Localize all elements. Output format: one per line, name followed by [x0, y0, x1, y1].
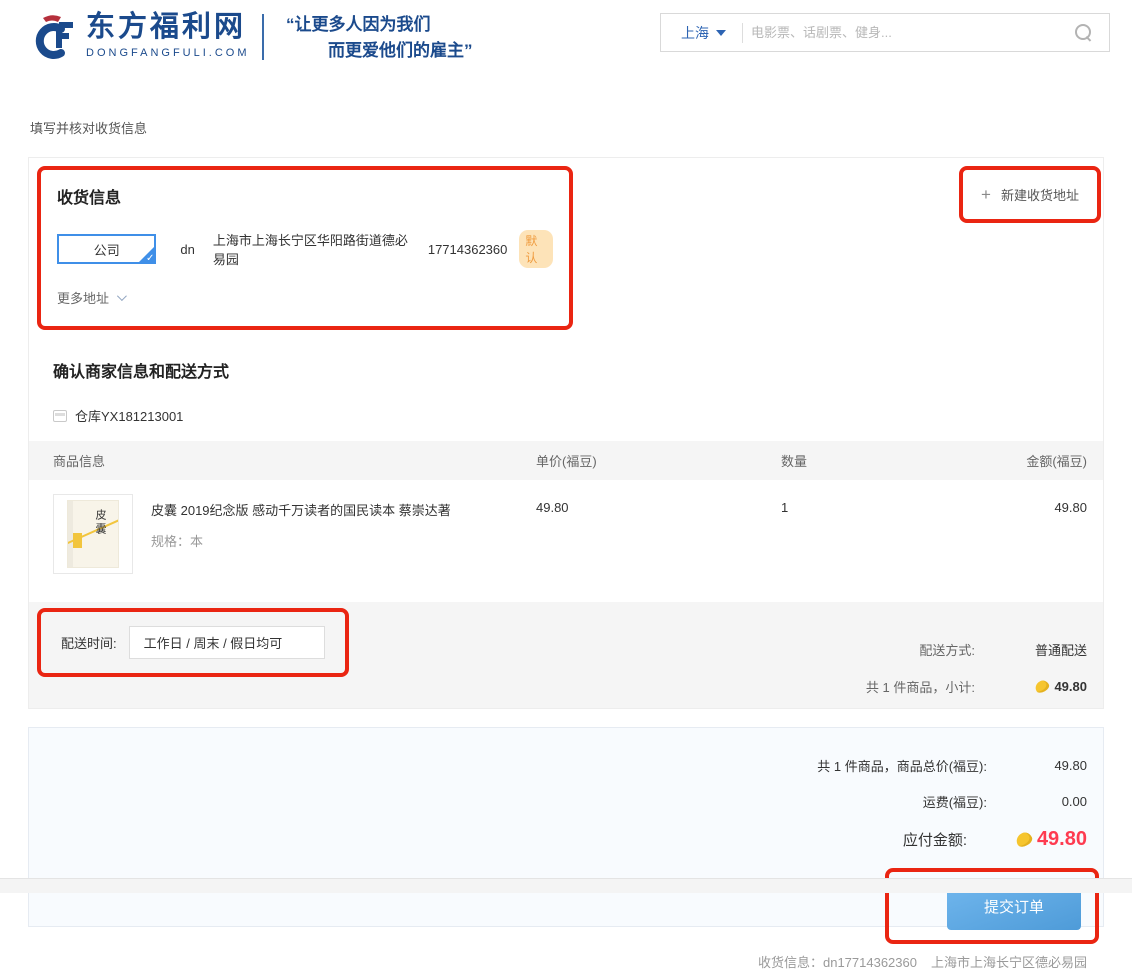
- shipping-row: 运费(福豆): 0.00: [45, 792, 1087, 811]
- delivery-method-label: 配送方式:: [919, 640, 975, 659]
- delivery-time-select[interactable]: 工作日 / 周末 / 假日均可: [129, 626, 325, 659]
- warehouse-row: 仓库YX181213001: [53, 406, 1103, 425]
- product-cell: 皮囊 皮囊 2019纪念版 感动千万读者的国民读本 蔡崇达著 规格：本: [53, 494, 536, 574]
- book-cover-label: [73, 533, 82, 548]
- bean-icon: [1034, 678, 1052, 694]
- brand-logo-icon: [28, 12, 78, 69]
- payable-label: 应付金额:: [903, 829, 967, 850]
- warehouse-icon: [53, 410, 67, 422]
- annotation-box-new-address: + 新建收货地址: [959, 166, 1101, 223]
- delivery-method-value: 普通配送: [975, 640, 1087, 659]
- default-badge: 默认: [519, 230, 553, 268]
- order-card: 收货信息 公司 ✓ dn 上海市上海长宁区华阳路街道德必易园 177143623…: [28, 157, 1104, 709]
- footer-info-address: 上海市上海长宁区德必易园: [931, 955, 1087, 970]
- header-divider: [262, 14, 264, 60]
- address-tag-company[interactable]: 公司 ✓: [57, 234, 156, 264]
- city-selector[interactable]: 上海: [661, 23, 736, 43]
- total-value: 49.80: [987, 758, 1087, 773]
- check-icon: ✓: [146, 253, 154, 264]
- more-addresses-toggle[interactable]: 更多地址: [57, 288, 124, 307]
- brand-logo[interactable]: 东方福利网 DONGFANGFULI.COM: [28, 12, 250, 69]
- annotation-box-delivery-time: 配送时间: 工作日 / 周末 / 假日均可: [37, 608, 349, 677]
- table-row: 皮囊 皮囊 2019纪念版 感动千万读者的国民读本 蔡崇达著 规格：本 49.8…: [29, 480, 1103, 594]
- delivery-time-label: 配送时间:: [61, 633, 117, 652]
- address-row: 公司 ✓ dn 上海市上海长宁区华阳路街道德必易园 17714362360 默认: [57, 230, 553, 268]
- product-title[interactable]: 皮囊 2019纪念版 感动千万读者的国民读本 蔡崇达著: [151, 500, 451, 519]
- amount: 49.80: [997, 500, 1087, 515]
- delivery-section: 配送时间: 工作日 / 周末 / 假日均可 配送方式: 普通配送 共 1 件商品…: [29, 602, 1103, 708]
- product-spec: 规格：本: [151, 531, 451, 550]
- annotation-box-address: 收货信息 公司 ✓ dn 上海市上海长宁区华阳路街道德必易园 177143623…: [37, 166, 573, 330]
- search-input[interactable]: [751, 25, 1075, 40]
- more-addresses-label: 更多地址: [57, 288, 109, 307]
- search-separator: [742, 23, 743, 43]
- footer-info-phone: dn17714362360: [823, 955, 917, 970]
- total-row: 共 1 件商品，商品总价(福豆): 49.80: [45, 756, 1087, 775]
- book-cover-title: 皮囊: [92, 509, 108, 537]
- address-section-title: 收货信息: [57, 184, 553, 208]
- slogan-line1: “让更多人因为我们: [286, 12, 473, 38]
- site-header: 东方福利网 DONGFANGFULI.COM “让更多人因为我们 而更爱他们的雇…: [0, 0, 1132, 92]
- product-table-header: 商品信息 单价(福豆) 数量 金额(福豆): [29, 441, 1103, 480]
- col-product-info: 商品信息: [53, 451, 536, 470]
- search-bar: 上海: [660, 13, 1110, 52]
- delivery-method-row: 配送方式: 普通配送: [866, 640, 1087, 659]
- new-address-label: 新建收货地址: [1001, 185, 1079, 204]
- unit-price: 49.80: [536, 500, 781, 515]
- payable-value: 49.80: [967, 828, 1087, 851]
- warehouse-label: 仓库YX181213001: [75, 406, 183, 425]
- subtotal-label: 共 1 件商品，小计:: [866, 677, 975, 696]
- slogan-line2: 而更爱他们的雇主”: [286, 38, 473, 64]
- new-address-button[interactable]: + 新建收货地址: [981, 185, 1079, 204]
- phone-number: 17714362360: [428, 242, 508, 257]
- breadcrumb: 填写并核对收货信息: [30, 118, 1132, 137]
- subtotal-value: 49.80: [975, 679, 1087, 694]
- search-icon[interactable]: [1075, 24, 1093, 42]
- payable-amount: 49.80: [1037, 828, 1087, 851]
- chevron-down-icon: [117, 291, 127, 301]
- brand-name: 东方福利网: [86, 12, 250, 44]
- col-quantity: 数量: [781, 451, 997, 470]
- footer-address-info: 收货信息：dn17714362360 上海市上海长宁区德必易园: [45, 952, 1087, 971]
- subtotal-amount: 49.80: [1054, 679, 1087, 694]
- plus-icon: +: [981, 186, 991, 203]
- quantity: 1: [781, 500, 997, 515]
- book-cover: 皮囊: [67, 500, 119, 568]
- merchant-section-title: 确认商家信息和配送方式: [53, 358, 1103, 382]
- recipient-name: dn: [180, 242, 194, 257]
- bean-icon: [1014, 830, 1034, 849]
- address-text: 上海市上海长宁区华阳路街道德必易园: [213, 230, 412, 268]
- footer-info-label: 收货信息：: [758, 955, 823, 970]
- payable-row: 应付金额: 49.80: [45, 828, 1087, 851]
- col-amount: 金额(福豆): [997, 451, 1087, 470]
- page-footer-strip: [0, 878, 1132, 893]
- spec-value: 本: [190, 534, 203, 549]
- col-unit-price: 单价(福豆): [536, 451, 781, 470]
- product-image[interactable]: 皮囊: [53, 494, 133, 574]
- brand-domain: DONGFANGFULI.COM: [86, 47, 250, 59]
- brand-slogan: “让更多人因为我们 而更爱他们的雇主”: [286, 12, 473, 65]
- address-tag-label: 公司: [94, 240, 120, 259]
- delivery-meta: 配送方式: 普通配送 共 1 件商品，小计: 49.80: [866, 640, 1087, 714]
- caret-down-icon: [716, 30, 726, 36]
- subtotal-row: 共 1 件商品，小计: 49.80: [866, 677, 1087, 696]
- spec-label: 规格：: [151, 534, 190, 549]
- summary-panel: 共 1 件商品，商品总价(福豆): 49.80 运费(福豆): 0.00 应付金…: [28, 727, 1104, 927]
- shipping-label: 运费(福豆):: [923, 792, 987, 811]
- shipping-value: 0.00: [987, 794, 1087, 809]
- city-label: 上海: [681, 23, 709, 43]
- total-label: 共 1 件商品，商品总价(福豆):: [817, 756, 987, 775]
